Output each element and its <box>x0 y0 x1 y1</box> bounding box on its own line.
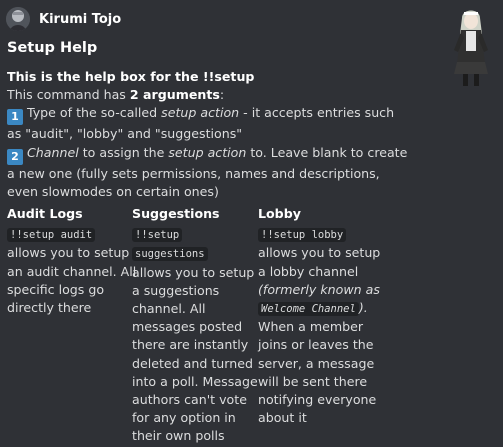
args-pre: This command has <box>7 87 130 103</box>
argument-1-line: 1 Type of the so-called setup action - it… <box>7 104 437 126</box>
args-count: 2 arguments <box>129 87 220 103</box>
arg2-mid: to assign the <box>78 144 169 160</box>
suggestions-text-line: a suggestions <box>132 282 220 298</box>
arg1-pre: Type of the so-called <box>27 105 162 121</box>
lobby-welcome-code: Welcome Channel <box>258 302 359 317</box>
audit-text-line: allows you to setup <box>7 245 130 261</box>
suggestions-text-line: there are instantly <box>132 337 249 353</box>
lobby-command-code: !!setup lobby <box>258 228 347 243</box>
audit-text-line: an audit channel. All <box>7 263 137 279</box>
field-lobby: Lobby !!setup lobby allows you to setup … <box>258 205 381 427</box>
arg2-italic-channel: Channel <box>27 144 79 160</box>
arg2-italic-action: setup action <box>168 144 247 160</box>
lobby-text-line: about it <box>258 410 307 426</box>
lobby-italic-line: (formerly known as <box>258 281 380 297</box>
audit-text-line: specific logs go <box>7 281 105 297</box>
lobby-text-line: allows you to setup <box>258 245 381 261</box>
arguments-line: This command has 2 arguments: <box>7 86 437 104</box>
suggestions-text-line: allows you to setup <box>132 264 255 280</box>
field-name-suggestions: Suggestions <box>132 206 220 221</box>
argument-1-line-2: as "audit", "lobby" and "suggestions" <box>7 126 243 142</box>
suggestions-text-line: for any option in <box>132 410 236 426</box>
lobby-text-line: a lobby channel <box>258 263 359 279</box>
argument-2-line: 2 Channel to assign the setup action to. … <box>7 144 437 165</box>
suggestions-text-line: deleted and turned <box>132 355 253 371</box>
suggestions-command-code-2: suggestions <box>132 247 208 262</box>
lobby-italic-close: ). <box>358 300 368 316</box>
arg2-post: to. Leave blank to create <box>246 144 408 160</box>
arg1-post: - it accepts entries such <box>239 105 395 121</box>
suggestions-text-line: messages posted <box>132 319 243 335</box>
field-suggestions: Suggestions !!setup suggestions allows y… <box>132 205 258 446</box>
author-avatar[interactable] <box>6 7 30 31</box>
audit-command-code: !!setup audit <box>7 228 96 243</box>
lobby-text-line: notifying everyone <box>258 392 377 408</box>
lobby-text-line: server, a message <box>258 355 375 371</box>
field-name-lobby: Lobby <box>258 206 301 221</box>
argument-2-line-3: even slowmodes on certain ones) <box>7 183 219 199</box>
lobby-text-line: will be sent there <box>258 373 368 389</box>
embed-thumbnail[interactable] <box>444 4 498 88</box>
suggestions-text-line: their own polls <box>132 428 225 444</box>
lobby-italic-code-line: Welcome Channel). <box>258 299 376 318</box>
embed-description: This is the help box for the !!setup Thi… <box>7 68 437 201</box>
suggestions-code-line-2: suggestions <box>132 244 252 263</box>
lobby-code-line: !!setup lobby <box>258 225 376 244</box>
suggestions-code-line-1: !!setup <box>132 225 252 244</box>
description-heading: This is the help box for the !!setup <box>7 69 255 84</box>
embed-title: Setup Help <box>7 40 98 56</box>
argument-2-line-2: a new one (fully sets permissions, names… <box>7 165 380 181</box>
author-name[interactable]: Kirumi Tojo <box>39 12 121 27</box>
suggestions-text-line: into a poll. Message <box>132 373 258 389</box>
field-audit-logs: Audit Logs !!setup audit allows you to s… <box>7 205 137 317</box>
audit-code-line: !!setup audit <box>7 225 127 244</box>
arg1-italic: setup action <box>161 105 240 121</box>
keycap-1-icon: 1 <box>7 109 23 126</box>
suggestions-text-line: channel. All <box>132 301 206 317</box>
lobby-text-line: When a member <box>258 319 364 335</box>
embed-card: Kirumi Tojo Setup Help This is the help … <box>0 0 503 447</box>
embed-author: Kirumi Tojo <box>6 6 121 32</box>
suggestions-text-line: authors can't vote <box>132 392 247 408</box>
audit-text-line: directly there <box>7 300 92 316</box>
args-post: : <box>219 87 225 103</box>
lobby-text-line: joins or leaves the <box>258 337 374 353</box>
suggestions-command-code: !!setup <box>132 228 183 243</box>
field-name-audit: Audit Logs <box>7 206 83 221</box>
keycap-2-icon: 2 <box>7 148 23 165</box>
